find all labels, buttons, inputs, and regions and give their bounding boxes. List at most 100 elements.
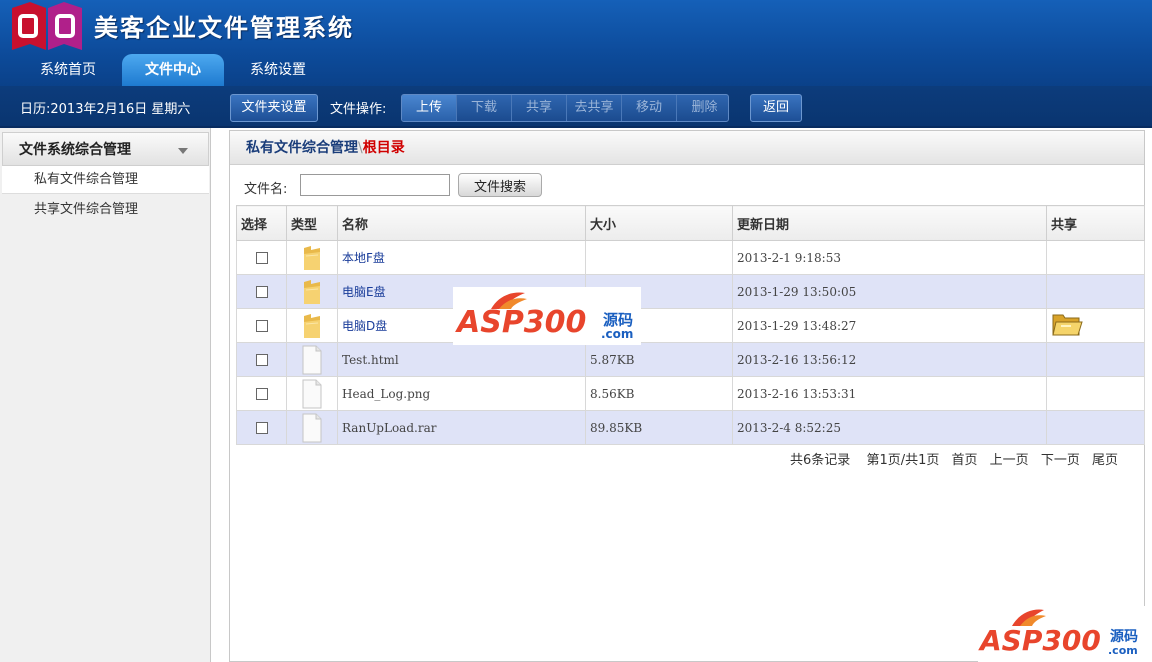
sidebar-header-label: 文件系统综合管理: [19, 142, 131, 158]
share-button[interactable]: 共享: [512, 95, 567, 121]
file-icon: [301, 345, 323, 374]
file-name: Test.html: [342, 352, 399, 367]
breadcrumb-root[interactable]: 根目录: [363, 140, 405, 156]
row-date-cell: 2013-1-29 13:50:05: [732, 274, 1047, 309]
row-size-cell: 5.87KB: [585, 342, 733, 377]
row-checkbox[interactable]: [255, 422, 268, 434]
row-checkbox[interactable]: [255, 252, 268, 264]
watermark-dotcom: .com: [601, 327, 634, 341]
row-type-cell: [286, 376, 338, 411]
page-title: 私有文件综合管理: [246, 140, 358, 156]
row-select-cell: [236, 308, 287, 343]
row-date-cell: 2013-1-29 13:48:27: [732, 308, 1047, 343]
upload-button[interactable]: 上传: [402, 95, 457, 121]
col-size[interactable]: 大小: [585, 205, 733, 241]
back-button[interactable]: 返回: [750, 94, 802, 122]
col-date[interactable]: 更新日期: [732, 205, 1047, 241]
file-name[interactable]: 电脑E盘: [342, 285, 386, 299]
table-row[interactable]: 电脑D盘 2013-1-29 13:48:27: [236, 308, 1145, 343]
row-type-cell: [286, 240, 338, 275]
table-row[interactable]: 本地F盘 2013-2-1 9:18:53: [236, 240, 1145, 275]
watermark-logo-corner: ASP300 源码 .com: [978, 606, 1146, 662]
watermark-dotcom-corner: .com: [1108, 644, 1138, 657]
row-select-cell: [236, 240, 287, 275]
move-button[interactable]: 移动: [622, 95, 677, 121]
row-date-cell: 2013-2-1 9:18:53: [732, 240, 1047, 275]
row-size-cell: 8.56KB: [585, 376, 733, 411]
file-name: RanUpLoad.rar: [342, 420, 437, 435]
sidebar-header[interactable]: 文件系统综合管理: [2, 132, 209, 166]
delete-button[interactable]: 删除: [677, 95, 728, 121]
watermark-brand-corner: ASP300: [980, 624, 1101, 657]
table-row[interactable]: Head_Log.png 8.56KB 2013-2-16 13:53:31: [236, 376, 1145, 411]
col-type: 类型: [286, 205, 338, 241]
folder-icon: [302, 313, 322, 338]
row-checkbox[interactable]: [255, 286, 268, 298]
search-button[interactable]: 文件搜索: [458, 173, 542, 197]
pager-last[interactable]: 尾页: [1092, 453, 1118, 468]
row-share-cell: [1046, 240, 1145, 275]
main-tabs: 系统首页 文件中心 系统设置: [0, 54, 1152, 86]
row-type-cell: [286, 342, 338, 377]
calendar-date: 日历:2013年2月16日 星期六: [20, 102, 191, 117]
tab-file-center[interactable]: 文件中心: [122, 54, 224, 86]
row-date-cell: 2013-2-16 13:53:31: [732, 376, 1047, 411]
watermark-cn-corner: 源码: [1110, 629, 1138, 645]
main-panel: 私有文件综合管理\根目录 文件名: 文件搜索 选择 类型 名称 大小 更新日期 …: [229, 130, 1145, 662]
sidebar-item-shared-files[interactable]: 共享文件综合管理: [2, 196, 209, 224]
file-icon: [301, 413, 323, 442]
row-share-cell: [1046, 342, 1145, 377]
file-ops-label: 文件操作:: [330, 102, 387, 117]
row-checkbox[interactable]: [255, 354, 268, 366]
table-row[interactable]: Test.html 5.87KB 2013-2-16 13:56:12: [236, 342, 1145, 377]
pager-prev[interactable]: 上一页: [990, 453, 1029, 468]
unshare-button[interactable]: 去共享: [567, 95, 622, 121]
search-input[interactable]: [300, 174, 450, 196]
row-share-cell: [1046, 308, 1145, 343]
file-name[interactable]: 电脑D盘: [342, 319, 387, 333]
chevron-down-icon[interactable]: [178, 148, 188, 154]
search-label: 文件名:: [244, 182, 288, 197]
row-name-cell: 本地F盘: [337, 240, 586, 275]
col-select: 选择: [236, 205, 287, 241]
col-name[interactable]: 名称: [337, 205, 586, 241]
row-name-cell: RanUpLoad.rar: [337, 410, 586, 445]
row-name-cell: Head_Log.png: [337, 376, 586, 411]
breadcrumb: 私有文件综合管理\根目录: [230, 131, 1144, 165]
table-row[interactable]: 电脑E盘 2013-1-29 13:50:05: [236, 274, 1145, 309]
folder-icon: [302, 245, 322, 270]
watermark-brand: ASP300: [457, 305, 587, 340]
row-select-cell: [236, 274, 287, 309]
sidebar-item-private-files[interactable]: 私有文件综合管理: [2, 166, 209, 194]
row-type-cell: [286, 308, 338, 343]
pager: 共6条记录 第1页/共1页 首页 上一页 下一页 尾页: [778, 449, 1118, 468]
row-select-cell: [236, 410, 287, 445]
row-checkbox[interactable]: [255, 388, 268, 400]
table-header-row: 选择 类型 名称 大小 更新日期 共享: [236, 205, 1145, 241]
row-checkbox[interactable]: [255, 320, 268, 332]
app-logo: [12, 2, 82, 50]
folder-settings-button[interactable]: 文件夹设置: [230, 94, 318, 122]
tab-settings[interactable]: 系统设置: [224, 54, 332, 86]
shared-folder-icon[interactable]: [1051, 311, 1083, 337]
tab-home[interactable]: 系统首页: [14, 54, 122, 86]
row-size-cell: [585, 240, 733, 275]
row-select-cell: [236, 376, 287, 411]
download-button[interactable]: 下载: [457, 95, 512, 121]
file-name: Head_Log.png: [342, 386, 431, 401]
toolbar: 日历:2013年2月16日 星期六 文件夹设置 文件操作: 上传 下载 共享 去…: [0, 86, 1152, 128]
pager-next[interactable]: 下一页: [1041, 453, 1080, 468]
pager-record-count: 共6条记录: [790, 453, 851, 468]
pager-page-info: 第1页/共1页: [866, 453, 940, 468]
row-share-cell: [1046, 410, 1145, 445]
table-row[interactable]: RanUpLoad.rar 89.85KB 2013-2-4 8:52:25: [236, 410, 1145, 445]
file-name[interactable]: 本地F盘: [342, 251, 385, 265]
app-title: 美客企业文件管理系统: [94, 13, 354, 42]
pager-first[interactable]: 首页: [952, 453, 978, 468]
row-type-cell: [286, 410, 338, 445]
row-share-cell: [1046, 376, 1145, 411]
sidebar: 文件系统综合管理 私有文件综合管理 共享文件综合管理: [0, 128, 211, 662]
row-type-cell: [286, 274, 338, 309]
row-share-cell: [1046, 274, 1145, 309]
file-icon: [301, 379, 323, 408]
